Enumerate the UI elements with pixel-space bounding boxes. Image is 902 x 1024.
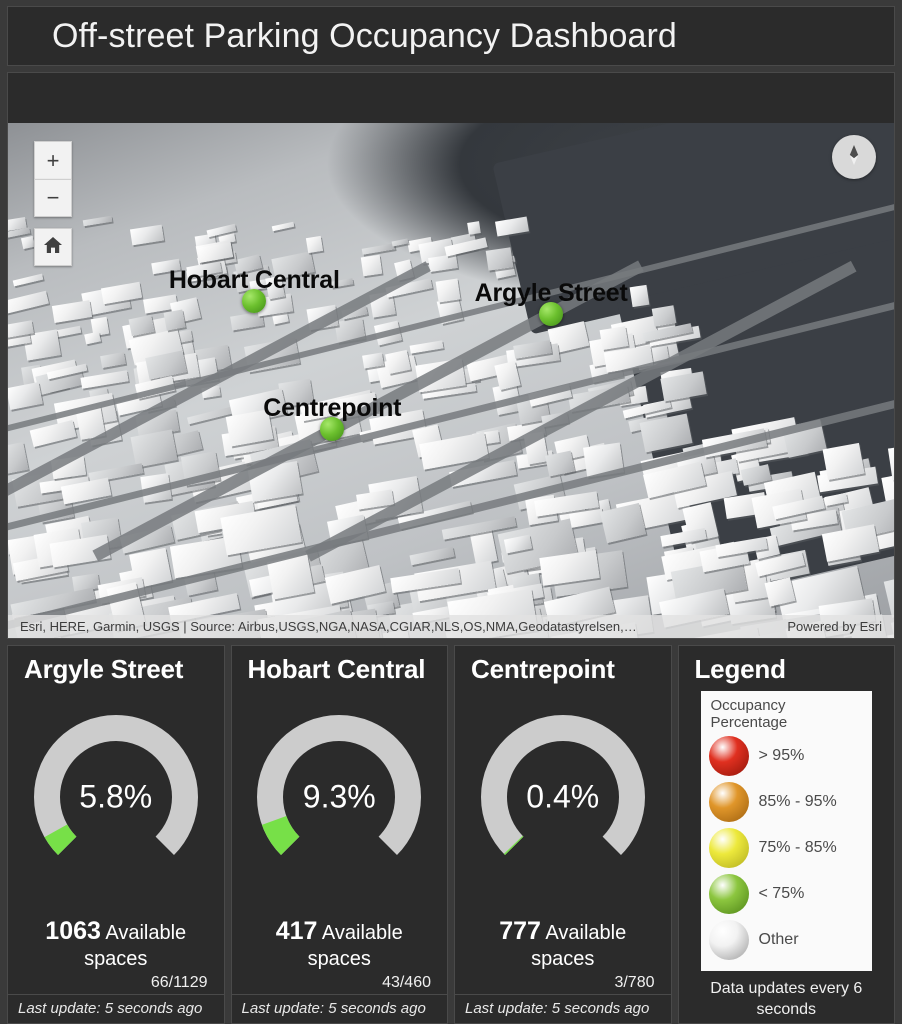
legend-title: Legend (694, 654, 786, 684)
map-buildings (8, 123, 894, 638)
occupied-ratio: 66/1129 (150, 974, 208, 991)
last-update-text: Last update: 5 seconds ago (8, 994, 224, 1023)
occupied-ratio: 43/460 (382, 974, 431, 991)
gauge-card-hobart-central: Hobart Central 9.3% 417 Available spaces… (230, 645, 448, 1024)
available-spaces-count: 1063 (45, 916, 101, 945)
map-attribution: Esri, HERE, Garmin, USGS | Source: Airbu… (8, 615, 894, 638)
legend-swatch-icon (708, 920, 749, 960)
legend-item: Other (708, 917, 865, 963)
map-marker[interactable]: Argyle Street (475, 279, 628, 326)
gauge-container: 5.8% (8, 679, 224, 916)
legend-heading: Occupancy Percentage (710, 697, 788, 731)
minus-icon: − (46, 185, 60, 210)
legend-item-list: > 95% 85% - 95% 75% - 85% < 75% Other (708, 733, 865, 963)
available-spaces-line: 1063 Available spaces (20, 916, 212, 972)
legend-swatch-icon (708, 736, 749, 776)
legend-label: < 75% (758, 885, 805, 902)
last-update-text: Last update: 5 seconds ago (231, 994, 447, 1023)
gauge-card-centrepoint: Centrepoint 0.4% 777 Available spaces 3/… (454, 645, 672, 1024)
legend-box: Occupancy Percentage > 95% 85% - 95% 75% -… (700, 691, 872, 971)
legend-item: 85% - 95% (708, 779, 865, 825)
available-spaces-line: 777 Available spaces (467, 916, 659, 972)
plus-icon: + (46, 147, 60, 173)
attribution-powered-by: Powered by Esri (787, 619, 882, 634)
legend-item: < 75% (708, 871, 865, 917)
compass-icon (841, 142, 867, 173)
legend-swatch-icon (708, 782, 749, 822)
legend-card: Legend Occupancy Percentage > 95% 85% - 9… (677, 645, 895, 1024)
legend-label: 75% - 85% (758, 839, 837, 856)
legend-note: Data updates every 6 seconds (710, 980, 863, 1018)
legend-item: 75% - 85% (708, 825, 865, 871)
map-marker-label: Argyle Street (474, 278, 628, 307)
legend-label: 85% - 95% (758, 793, 837, 810)
map-marker[interactable]: Hobart Central (169, 266, 340, 313)
legend-item: > 95% (708, 733, 865, 779)
zoom-out-button[interactable]: − (34, 179, 72, 217)
available-spaces-count: 777 (499, 916, 541, 945)
page-title: Off-street Parking Occupancy Dashboard (52, 16, 677, 55)
map-view[interactable]: + − Esri, HERE, Garmin, USGS | Source: A… (8, 123, 894, 638)
card-stats: 777 Available spaces 3/780 (455, 916, 671, 994)
attribution-source: Esri, HERE, Garmin, USGS | Source: Airbu… (20, 619, 637, 634)
cards-row: Argyle Street 5.8% 1063 Available spaces… (7, 645, 895, 1024)
map-marker[interactable]: Centrepoint (263, 394, 402, 441)
header-panel: Off-street Parking Occupancy Dashboard (7, 6, 895, 66)
available-spaces-count: 417 (275, 916, 318, 945)
map-marker-label: Hobart Central (168, 265, 340, 294)
legend-swatch-icon (708, 874, 749, 914)
gauge-percent-label: 0.4% (526, 778, 600, 815)
legend-swatch-icon (708, 828, 749, 868)
gauge-container: 9.3% (232, 679, 448, 916)
home-icon (43, 235, 63, 260)
last-update-text: Last update: 5 seconds ago (455, 994, 671, 1023)
available-spaces-label: Available spaces (307, 921, 403, 970)
map-panel-header-strip (8, 73, 894, 123)
gauge-card-argyle-street: Argyle Street 5.8% 1063 Available spaces… (7, 645, 225, 1024)
zoom-in-button[interactable]: + (34, 141, 72, 179)
gauge-percent-label: 5.8% (79, 778, 153, 815)
occupancy-gauge: 9.3% (255, 713, 423, 881)
occupied-ratio: 3/780 (614, 974, 655, 991)
dashboard-page: Off-street Parking Occupancy Dashboard +… (0, 0, 902, 1024)
occupancy-gauge: 5.8% (32, 713, 200, 881)
home-button[interactable] (34, 228, 72, 266)
card-stats: 417 Available spaces 43/460 (232, 916, 448, 994)
card-stats: 1063 Available spaces 66/1129 (8, 916, 224, 994)
gauge-percent-label: 9.3% (302, 778, 376, 815)
legend-label: > 95% (758, 747, 805, 764)
available-spaces-line: 417 Available spaces (244, 916, 436, 972)
occupancy-gauge: 0.4% (479, 713, 647, 881)
map-marker-label: Centrepoint (263, 393, 402, 422)
available-spaces-label: Available spaces (531, 921, 627, 970)
legend-label: Other (758, 931, 799, 948)
gauge-container: 0.4% (455, 679, 671, 916)
compass-button[interactable] (832, 135, 876, 179)
map-panel: + − Esri, HERE, Garmin, USGS | Source: A… (7, 72, 895, 639)
